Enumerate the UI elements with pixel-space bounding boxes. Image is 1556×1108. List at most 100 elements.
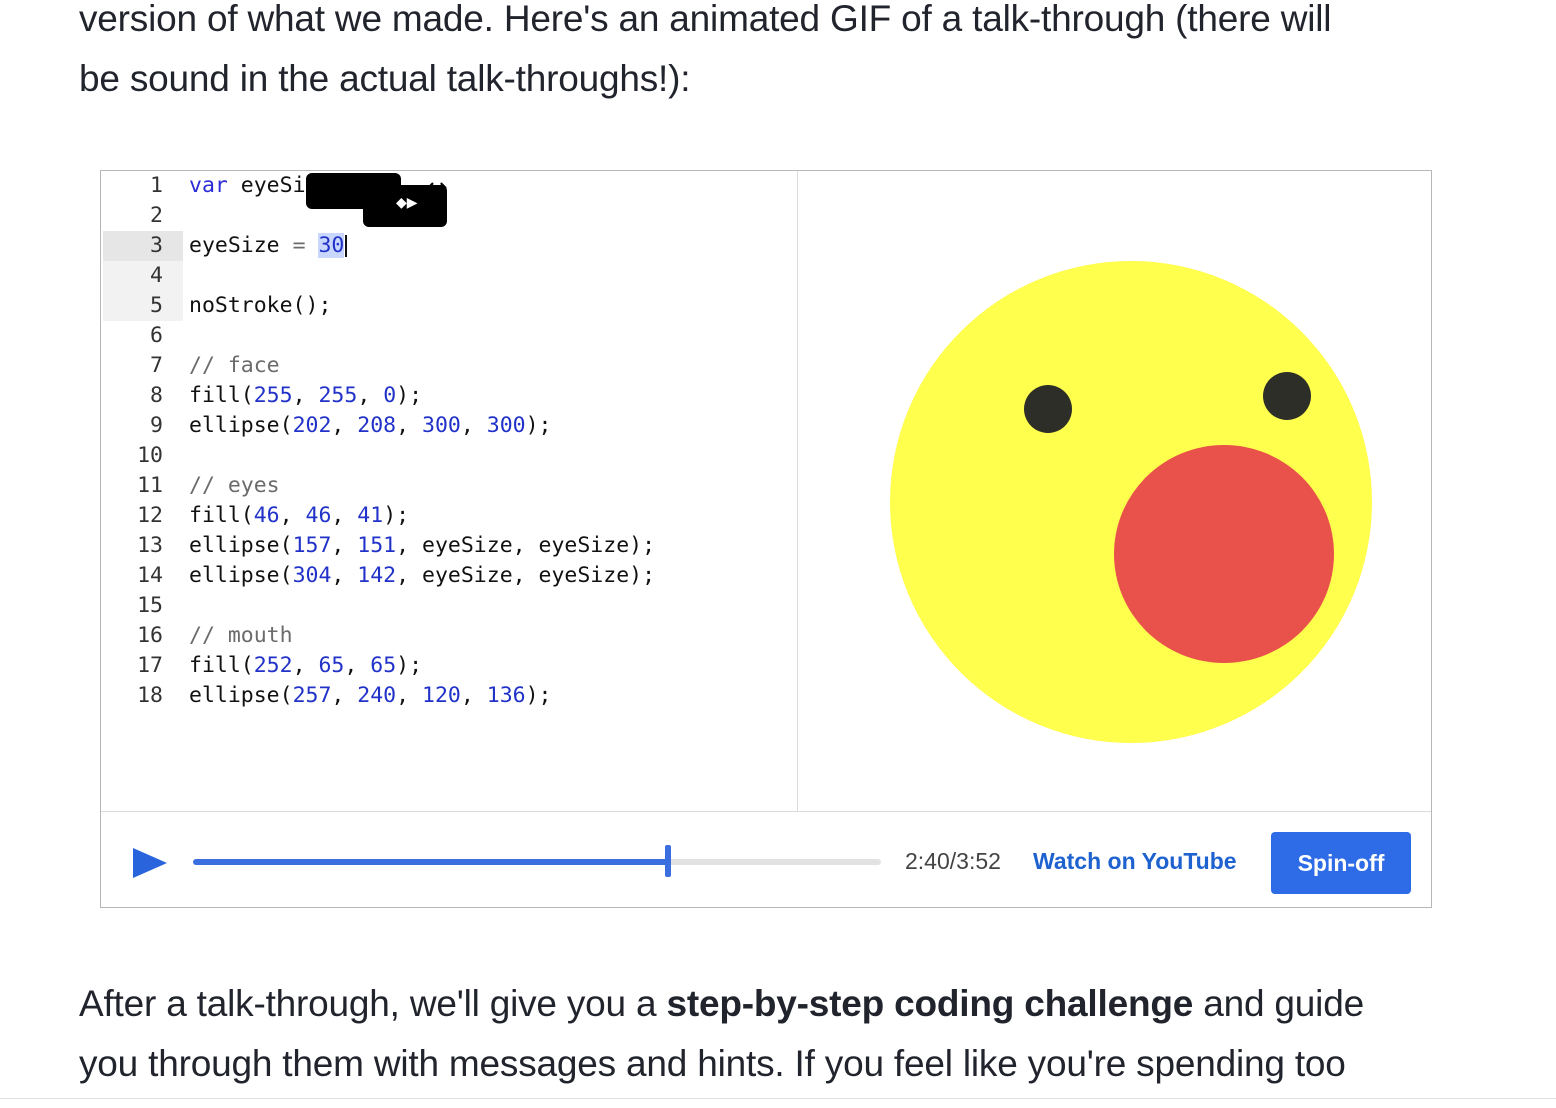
code-token: 46 [305, 503, 332, 528]
code-token: 0 [383, 383, 397, 408]
code-token: ellipse( [189, 683, 293, 708]
line-number: 10 [137, 443, 163, 468]
line-code: // face [189, 351, 280, 381]
code-line: 16 // mouth [101, 621, 791, 651]
code-token: 255 [318, 383, 358, 408]
bottom-divider [0, 1098, 1556, 1099]
code-token: var [189, 173, 228, 198]
code-token: , [331, 563, 358, 588]
code-token: ); [396, 383, 423, 408]
talkthrough-player: 1 var eyeSi 2 3 eyeSize = 30 4 5 noStroke(); 6 7/… [100, 170, 1432, 908]
code-line: 5 noStroke(); [101, 291, 791, 321]
play-icon[interactable] [131, 846, 171, 880]
line-number: 11 [137, 473, 163, 498]
code-line: 8 fill(255, 255, 0); [101, 381, 791, 411]
outro-line-1: After a talk-through, we'll give you a s… [79, 974, 1499, 1034]
code-token: // mouth [189, 623, 293, 648]
code-token: 240 [357, 683, 397, 708]
drawing-svg [890, 261, 1372, 743]
text-caret [345, 235, 348, 257]
code-token: ); [396, 653, 423, 678]
code-token: , [460, 683, 487, 708]
code-token: 30 [318, 233, 345, 258]
line-number: 4 [150, 263, 163, 288]
time-display: 2:40/3:52 [905, 848, 1001, 874]
code-token: 65 [318, 653, 345, 678]
code-token: , [396, 413, 423, 438]
code-token: ellipse( [189, 413, 293, 438]
line-code: ellipse(202, 208, 300, 300); [189, 411, 552, 441]
line-number: 8 [150, 383, 163, 408]
code-token: ); [383, 503, 410, 528]
code-token: noStroke(); [189, 293, 332, 318]
code-token: ); [525, 683, 552, 708]
mouth-ellipse [1114, 445, 1334, 663]
code-token: fill( [189, 383, 254, 408]
code-line: 7 // face [101, 351, 791, 381]
code-token: , [396, 683, 423, 708]
code-token: = [292, 233, 306, 258]
outro-text-end: and guide [1193, 983, 1364, 1024]
code-token: ); [525, 413, 552, 438]
code-token: 151 [357, 533, 397, 558]
line-code: var eyeSi [189, 171, 306, 201]
code-token: , [331, 683, 358, 708]
code-token: 252 [253, 653, 293, 678]
line-number: 3 [150, 233, 163, 258]
code-token: 142 [357, 563, 397, 588]
progress-handle[interactable] [664, 845, 671, 877]
code-line: 14 ellipse(304, 142, eyeSize, eyeSize); [101, 561, 791, 591]
code-token: 255 [253, 383, 293, 408]
code-token: , [357, 383, 384, 408]
left-eye [1024, 385, 1072, 433]
line-number: 14 [137, 563, 163, 588]
code-token: fill( [189, 653, 254, 678]
code-line: 12 fill(46, 46, 41); [101, 501, 791, 531]
outro-line-2: you through them with messages and hints… [79, 1043, 1346, 1084]
line-number: 15 [137, 593, 163, 618]
code-token: , [344, 653, 371, 678]
watch-on-youtube-link[interactable]: Watch on YouTube [1033, 848, 1237, 875]
code-token: , [279, 503, 306, 528]
code-token: , [331, 413, 358, 438]
code-line: 11 // eyes [101, 471, 791, 501]
code-line: 18 ellipse(257, 240, 120, 136); [101, 681, 791, 711]
line-code: fill(252, 65, 65); [189, 651, 422, 681]
line-code: fill(255, 255, 0); [189, 381, 422, 411]
line-number: 1 [150, 173, 163, 198]
outro-bold-text: step-by-step coding challenge [666, 983, 1194, 1024]
code-line: 3 eyeSize = 30 [101, 231, 791, 261]
code-token: eyeSize [189, 233, 293, 258]
drag-cursor-icon: ⇔ [426, 173, 448, 203]
code-token: ellipse( [189, 533, 293, 558]
line-code: ellipse(257, 240, 120, 136); [189, 681, 552, 711]
code-line: 6 [101, 321, 791, 351]
code-token: // face [189, 353, 280, 378]
code-token: , [460, 413, 487, 438]
code-editor[interactable]: 1 var eyeSi 2 3 eyeSize = 30 4 5 noStroke(); 6 7/… [101, 171, 797, 811]
code-token: 300 [422, 413, 461, 438]
spin-off-button[interactable]: Spin-off [1271, 832, 1411, 894]
line-number: 2 [150, 203, 163, 228]
code-line: 9 ellipse(202, 208, 300, 300); [101, 411, 791, 441]
code-line: 17 fill(252, 65, 65); [101, 651, 791, 681]
line-number: 5 [150, 293, 163, 318]
code-token: 41 [357, 503, 384, 528]
code-line: 13 ellipse(157, 151, eyeSize, eyeSize); [101, 531, 791, 561]
line-code: ellipse(304, 142, eyeSize, eyeSize); [189, 561, 655, 591]
code-token: , [292, 653, 319, 678]
code-token: eyeSi [227, 173, 306, 198]
outro-paragraph: After a talk-through, we'll give you a s… [79, 974, 1499, 1094]
code-token: , [292, 383, 319, 408]
line-number: 13 [137, 533, 163, 558]
intro-paragraph: version of what we made. Here's an anima… [79, 0, 1499, 109]
line-number: 7 [150, 353, 163, 378]
line-code: noStroke(); [189, 291, 331, 321]
code-line: 15 [101, 591, 791, 621]
code-token: 304 [292, 563, 332, 588]
progress-track[interactable] [193, 845, 881, 877]
progress-fill [193, 859, 668, 865]
code-token: , eyeSize, eyeSize); [396, 533, 656, 558]
line-code: ellipse(157, 151, eyeSize, eyeSize); [189, 531, 655, 561]
